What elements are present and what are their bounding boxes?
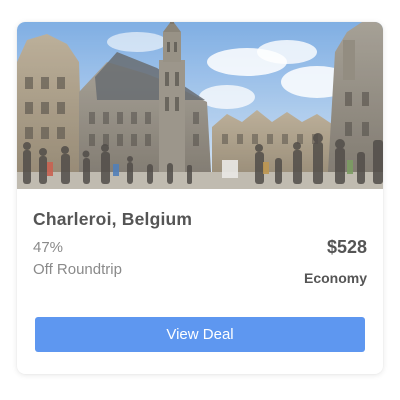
cabin-class: Economy [303,270,367,286]
destination-photo [17,22,383,189]
discount-label: Off Roundtrip [33,261,122,278]
deal-card: Charleroi, Belgium 47% Off Roundtrip $52… [17,22,383,374]
destination-title: Charleroi, Belgium [33,209,193,229]
view-deal-button[interactable]: View Deal [35,317,365,352]
deal-price: $528 [326,237,367,257]
discount-percent: 47% [33,239,64,256]
